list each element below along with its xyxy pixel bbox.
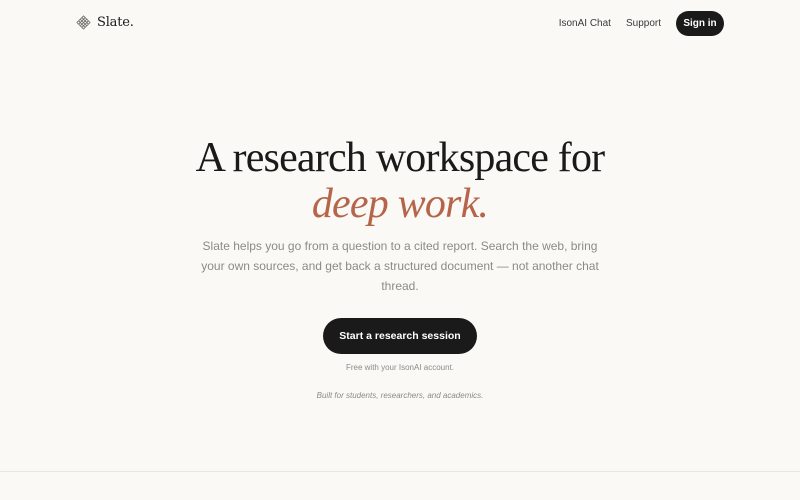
footer-divider [0,471,800,472]
brand-name: Slate. [97,15,134,30]
headline-accent: deep work. [311,181,489,227]
brand[interactable]: Slate. [76,15,134,30]
sign-in-button[interactable]: Sign in [676,11,724,36]
site-header: Slate. IsonAI Chat Support Sign in [0,0,800,46]
hero-section: A research workspace for deep work. [0,135,800,227]
audience-tagline: Built for students, researchers, and aca… [316,391,484,400]
top-nav: IsonAI Chat Support Sign in [559,11,724,36]
hero-headline: A research workspace for deep work. [0,135,800,227]
nav-link-support[interactable]: Support [626,18,661,29]
nav-link-isonai-chat[interactable]: IsonAI Chat [559,18,611,29]
headline-main: A research workspace for [195,135,606,181]
cta-note: Free with your IsonAI account. [345,363,455,372]
hero-subtitle: Slate helps you go from a question to a … [201,239,599,293]
start-research-session-button[interactable]: Start a research session [323,318,477,354]
lattice-diamond-icon [76,15,91,30]
